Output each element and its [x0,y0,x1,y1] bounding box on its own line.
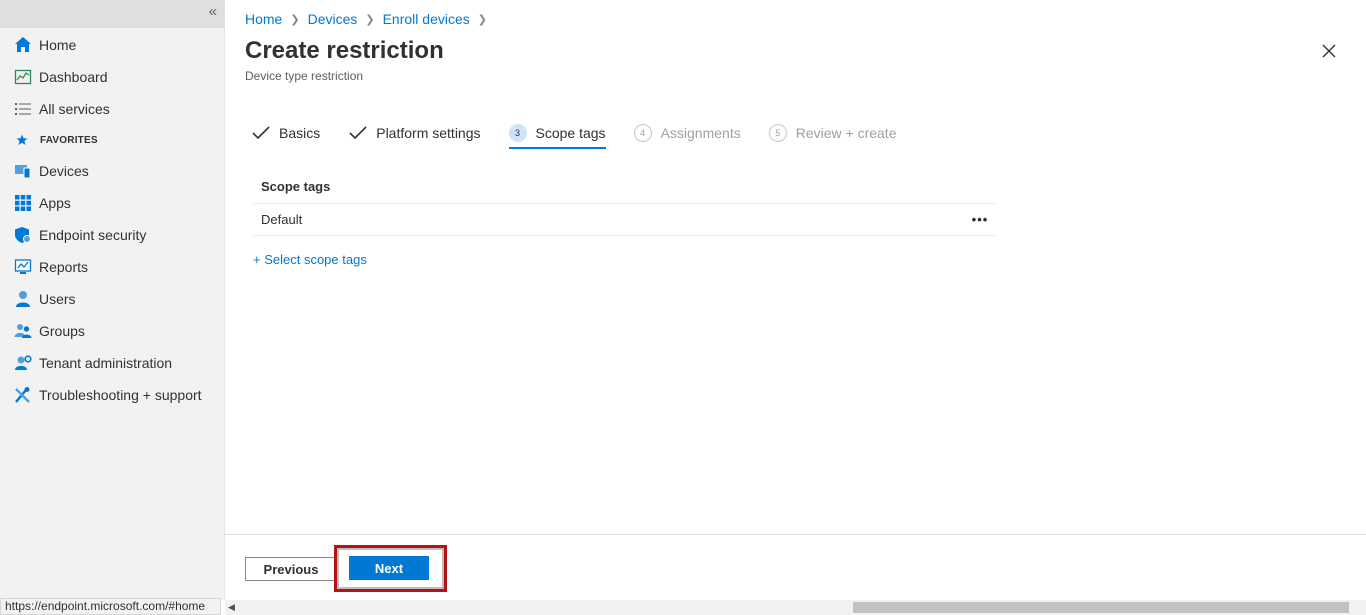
user-icon [14,290,32,308]
step-basics[interactable]: Basics [251,118,320,148]
sidebar-item-label: Apps [39,195,71,211]
sidebar-item-label: Home [39,37,77,53]
wizard-steps: Basics Platform settings 3 Scope tags 4 … [251,118,925,149]
table-row[interactable]: Default ••• [253,204,996,236]
sidebar-item-troubleshooting[interactable]: Troubleshooting + support [0,379,225,411]
sidebar-item-label: Tenant administration [39,355,173,371]
favorites-label: FAVORITES [40,134,98,146]
breadcrumb-home[interactable]: Home [245,11,282,27]
step-label: Basics [279,125,321,141]
next-button[interactable]: Next [349,556,429,580]
sidebar-item-devices[interactable]: Devices [0,155,225,187]
apps-icon [14,194,32,212]
scope-tag-name: Default [261,212,303,227]
step-label: Scope tags [535,125,606,141]
sidebar-item-label: Devices [39,163,89,179]
chevron-right-icon: ❯ [477,13,487,26]
sidebar-item-reports[interactable]: Reports [0,251,225,283]
tools-icon [14,386,32,404]
sidebar-item-label: Users [39,291,76,307]
step-number: 3 [508,124,527,142]
step-number: 4 [633,124,652,142]
step-platform-settings[interactable]: Platform settings [348,118,481,148]
step-label: Assignments [660,125,741,141]
sidebar-item-dashboard[interactable]: Dashboard [0,61,225,93]
sidebar-item-label: All services [39,101,110,117]
footer: Previous Next [225,534,1366,600]
step-label: Platform settings [376,125,481,141]
close-icon[interactable] [1320,42,1338,60]
step-assignments[interactable]: 4 Assignments [633,118,741,148]
favorites-header: FAVORITES [0,125,225,155]
scrollbar-thumb[interactable] [853,602,1349,613]
checkmark-icon [348,125,368,141]
table-header: Scope tags [253,170,996,204]
chevron-right-icon: ❯ [290,13,300,26]
breadcrumb-devices[interactable]: Devices [308,11,358,27]
close-button[interactable] [1320,42,1338,60]
sidebar-item-all-services[interactable]: All services [0,93,225,125]
tenant-admin-icon [14,354,32,372]
sidebar-item-endpoint-security[interactable]: Endpoint security [0,219,225,251]
page-subtitle: Device type restriction [245,69,364,83]
sidebar-item-tenant-administration[interactable]: Tenant administration [0,347,225,379]
sidebar-item-label: Reports [39,259,89,275]
horizontal-scrollbar[interactable]: ◀ [225,600,1366,615]
step-review-create[interactable]: 5 Review + create [768,118,897,148]
star-icon [16,134,30,146]
devices-icon [14,162,32,180]
more-options-icon[interactable]: ••• [968,212,992,227]
reports-icon [14,258,32,276]
select-scope-tags-link[interactable]: + Select scope tags [253,252,367,267]
dashboard-icon [14,68,32,86]
home-icon [14,36,32,54]
sidebar-item-label: Endpoint security [39,227,147,243]
breadcrumb: Home ❯ Devices ❯ Enroll devices ❯ [245,11,495,27]
sidebar-item-label: Groups [39,323,85,339]
previous-button[interactable]: Previous [245,557,337,581]
list-icon [14,100,32,118]
scope-tags-table: Scope tags Default ••• [253,170,996,236]
sidebar-item-label: Dashboard [39,69,108,85]
page-title: Create restriction [245,37,444,64]
sidebar-nav: Home Dashboard All services FAVORITES De… [0,29,225,411]
status-bar-url: https://endpoint.microsoft.com/#home [0,598,221,615]
chevron-right-icon: ❯ [365,13,375,26]
step-label: Review + create [795,125,897,141]
sidebar-item-home[interactable]: Home [0,29,225,61]
app-window: « Home Dashboard All services FAVORITES … [0,0,1366,615]
sidebar-collapse-button[interactable]: « [0,0,225,28]
checkmark-icon [251,125,271,141]
shield-icon [14,226,32,244]
scroll-left-icon[interactable]: ◀ [228,602,235,613]
groups-icon [14,322,32,340]
sidebar-item-users[interactable]: Users [0,283,225,315]
sidebar-item-apps[interactable]: Apps [0,187,225,219]
collapse-icon[interactable]: « [209,3,217,20]
sidebar-item-label: Troubleshooting + support [39,387,202,403]
main-content: Home ❯ Devices ❯ Enroll devices ❯ Create… [225,0,1366,600]
breadcrumb-enroll-devices[interactable]: Enroll devices [383,11,470,27]
step-scope-tags[interactable]: 3 Scope tags [508,118,606,149]
sidebar: « Home Dashboard All services FAVORITES … [0,0,225,600]
step-number: 5 [768,124,787,142]
sidebar-item-groups[interactable]: Groups [0,315,225,347]
